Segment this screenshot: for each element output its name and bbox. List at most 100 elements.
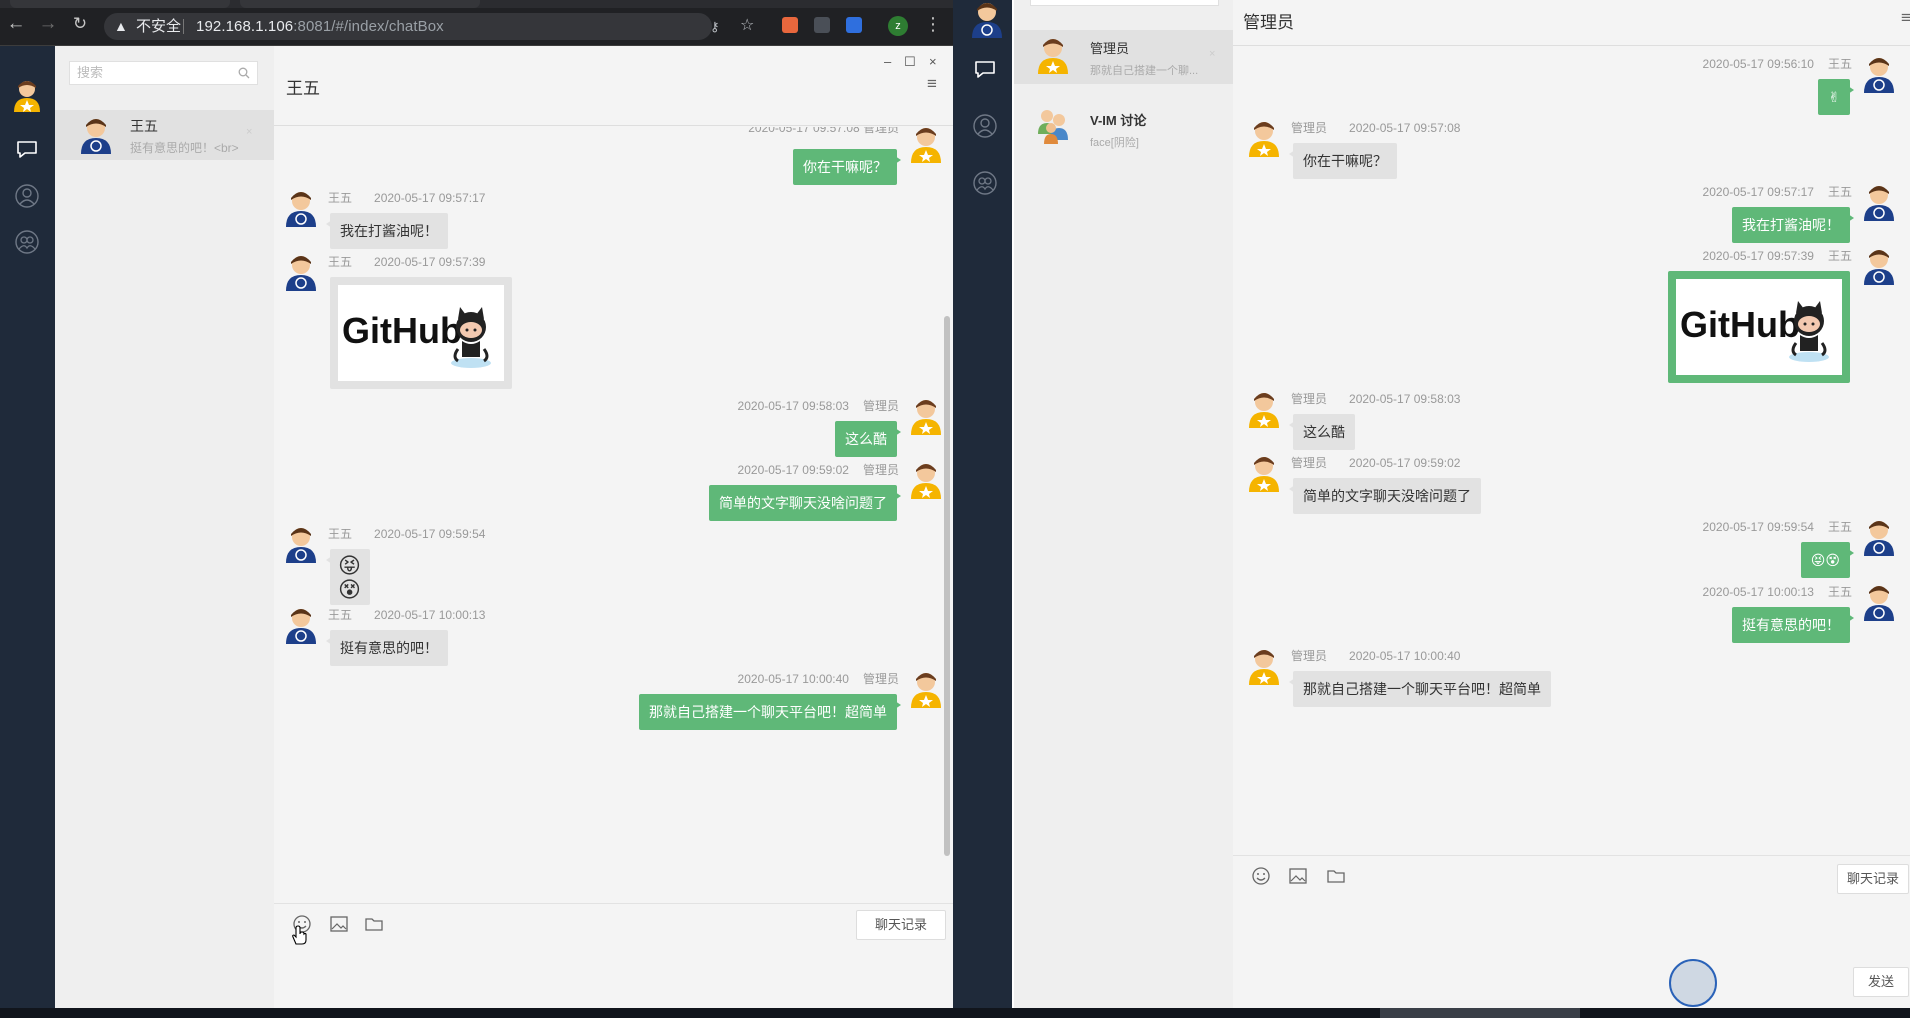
message-bubble[interactable]: 你在干嘛呢？ [793, 149, 901, 185]
input-area[interactable]: 聊天记录 发送 [274, 903, 953, 1018]
message-bubble[interactable]: 简单的文字聊天没啥问题了 [709, 485, 901, 521]
scrollbar[interactable] [944, 316, 950, 856]
message-bubble[interactable]: 你在干嘛呢？ [1289, 143, 1397, 179]
hamburger-menu-icon[interactable]: ≡ [927, 74, 937, 94]
admin-avatar [909, 397, 943, 435]
floating-assistant-avatar[interactable] [1669, 959, 1717, 1007]
maximize-icon[interactable]: ☐ [904, 54, 916, 70]
search-placeholder: 搜索 [77, 65, 104, 80]
message-bubble[interactable]: 😝😵 [1800, 542, 1855, 578]
contacts-icon[interactable] [972, 113, 998, 139]
image-icon[interactable] [1288, 866, 1308, 886]
message-bubble[interactable]: 简单的文字聊天没啥问题了 [1289, 478, 1481, 514]
message-sender: 管理员 [862, 463, 899, 477]
chat-icon[interactable] [14, 136, 40, 162]
search-input[interactable] [1030, 0, 1219, 6]
message-sender: 王五 [328, 191, 353, 205]
message-time: 2020-05-17 09:57:17 [1702, 185, 1814, 199]
admin-avatar [909, 670, 943, 708]
hamburger-menu-icon[interactable]: ≡ [1901, 8, 1910, 28]
message-sender: 王五 [328, 255, 353, 269]
forward-icon[interactable]: → [38, 14, 58, 34]
chat-icon[interactable] [972, 56, 998, 82]
conversation-item[interactable]: V-IM 讨论 face[阴险] [1014, 100, 1233, 154]
message-time: 2020-05-17 09:59:54 [1702, 520, 1814, 534]
message-bubble[interactable]: 那就自己搭建一个聊天平台吧！超简单 [639, 694, 901, 730]
message-sender: 王五 [328, 527, 353, 541]
chat-header: 管理员 ≡ [1233, 0, 1910, 46]
folder-icon[interactable] [1326, 866, 1346, 886]
message-meta: 2020-05-17 09:57:39 王五 [1703, 247, 1852, 264]
message-bubble[interactable]: 我在打酱油呢！ [1732, 207, 1854, 243]
close-conversation-icon[interactable]: × [1209, 48, 1215, 60]
back-icon[interactable]: ← [6, 14, 26, 34]
profile-avatar[interactable]: z [888, 16, 908, 36]
input-area[interactable]: 聊天记录 发送 [1233, 855, 1910, 1008]
message-meta: 2020-05-17 09:56:10 王五 [1703, 55, 1852, 72]
close-window-icon[interactable]: × [929, 54, 937, 69]
message-row: 2020-05-17 09:57:17 王五我在打酱油呢！ [1233, 183, 1910, 253]
search-icon[interactable] [238, 67, 250, 79]
chat-title: 管理员 [1243, 13, 1294, 32]
contacts-icon[interactable] [14, 183, 40, 209]
conversation-preview: face[阴险] [1090, 137, 1139, 149]
user-avatar[interactable] [12, 78, 42, 112]
message-bubble[interactable]: 那就自己搭建一个聊天平台吧！超简单 [1289, 671, 1551, 707]
chat-history-button[interactable]: 聊天记录 [1837, 864, 1909, 894]
conversation-item[interactable]: 王五 挺有意思的吧！<br> × [55, 110, 274, 160]
bookmark-star-icon[interactable]: ☆ [740, 12, 754, 39]
browser-tab[interactable] [10, 0, 230, 8]
message-bubble[interactable]: 挺有意思的吧！ [326, 630, 448, 666]
close-conversation-icon[interactable]: × [246, 126, 252, 138]
extension-icon[interactable] [846, 17, 862, 33]
browser-tab[interactable] [240, 0, 480, 8]
message-meta-partial: 2020-05-17 09:57:08 管理员 [748, 127, 899, 135]
message-meta: 2020-05-17 09:58:03 管理员 [738, 397, 899, 414]
key-icon[interactable]: ⚷ [710, 13, 720, 40]
message-meta: 2020-05-17 09:57:17 王五 [1703, 183, 1852, 200]
group-avatar [1036, 106, 1070, 144]
address-bar[interactable]: ▲ 不安全 192.168.1.106:8081/#/index/chatBox… [104, 13, 754, 40]
message-bubble[interactable]: 这么酷 [835, 421, 901, 457]
message-sender: 管理员 [1291, 456, 1328, 470]
message-bubble[interactable]: ✌ [1818, 79, 1854, 115]
message-bubble[interactable]: 挺有意思的吧！ [1732, 607, 1854, 643]
admin-avatar [1247, 454, 1281, 492]
conversation-name: 管理员 [1090, 41, 1130, 56]
message-bubble[interactable]: 这么酷 [1289, 414, 1355, 450]
menu-icon[interactable]: ⋮ [924, 14, 942, 34]
folder-icon[interactable] [364, 914, 384, 934]
taskbar-active-item[interactable] [1380, 1008, 1580, 1018]
send-button[interactable]: 发送 [1853, 967, 1909, 997]
conversation-list: 管理员 那就自己搭建一个聊... × V-IM 讨论 face[阴险] [1014, 0, 1233, 1008]
image-icon[interactable] [329, 914, 349, 934]
message-row: 管理员 2020-05-17 09:58:03 这么酷 [1233, 390, 1910, 460]
message-row: 2020-05-17 09:58:03 管理员这么酷 [274, 397, 953, 467]
message-list[interactable]: 2020-05-17 09:56:10 王五 ✌ 管理员 2020-05-17 09:5… [1233, 47, 1910, 855]
message-meta: 管理员 2020-05-17 10:00:40 [1291, 647, 1460, 664]
user-avatar[interactable] [970, 0, 1002, 38]
search-input[interactable]: 搜索 [69, 61, 258, 85]
conversation-item[interactable]: 管理员 那就自己搭建一个聊... × [1014, 30, 1233, 84]
extension-icon[interactable] [782, 17, 798, 33]
url-text: 192.168.1.106:8081/#/index/chatBox [196, 13, 444, 40]
message-bubble[interactable]: 我在打酱油呢！ [326, 213, 448, 249]
chat-history-button[interactable]: 聊天记录 [856, 910, 946, 940]
message-sender: 王五 [1827, 585, 1852, 599]
emoji-icon[interactable] [1251, 866, 1271, 886]
chat-app-right: 管理员 那就自己搭建一个聊... × V-IM 讨论 face[阴险] 管理员 … [972, 0, 1910, 1008]
reload-icon[interactable]: ↻ [70, 14, 90, 34]
message-time: 2020-05-17 09:59:54 [374, 527, 486, 541]
groups-icon[interactable] [972, 170, 998, 196]
emoji-message[interactable]: 😝😵 [326, 549, 370, 605]
minimize-icon[interactable]: – [884, 54, 891, 69]
github-logo-image: GitHub [1676, 279, 1842, 375]
message-meta: 2020-05-17 09:59:54 王五 [1703, 518, 1852, 535]
image-message[interactable]: GitHub [1668, 271, 1850, 383]
message-list[interactable]: 你在干嘛呢？ 王五 2020-05-17 09:57:17 我在打酱油呢！ 王五 2020… [274, 127, 953, 903]
message-meta: 2020-05-17 10:00:40 管理员 [738, 670, 899, 687]
groups-icon[interactable] [14, 229, 40, 255]
extension-icon[interactable] [814, 17, 830, 33]
image-message[interactable]: GitHub [330, 277, 512, 389]
wangwu-avatar [284, 606, 318, 644]
